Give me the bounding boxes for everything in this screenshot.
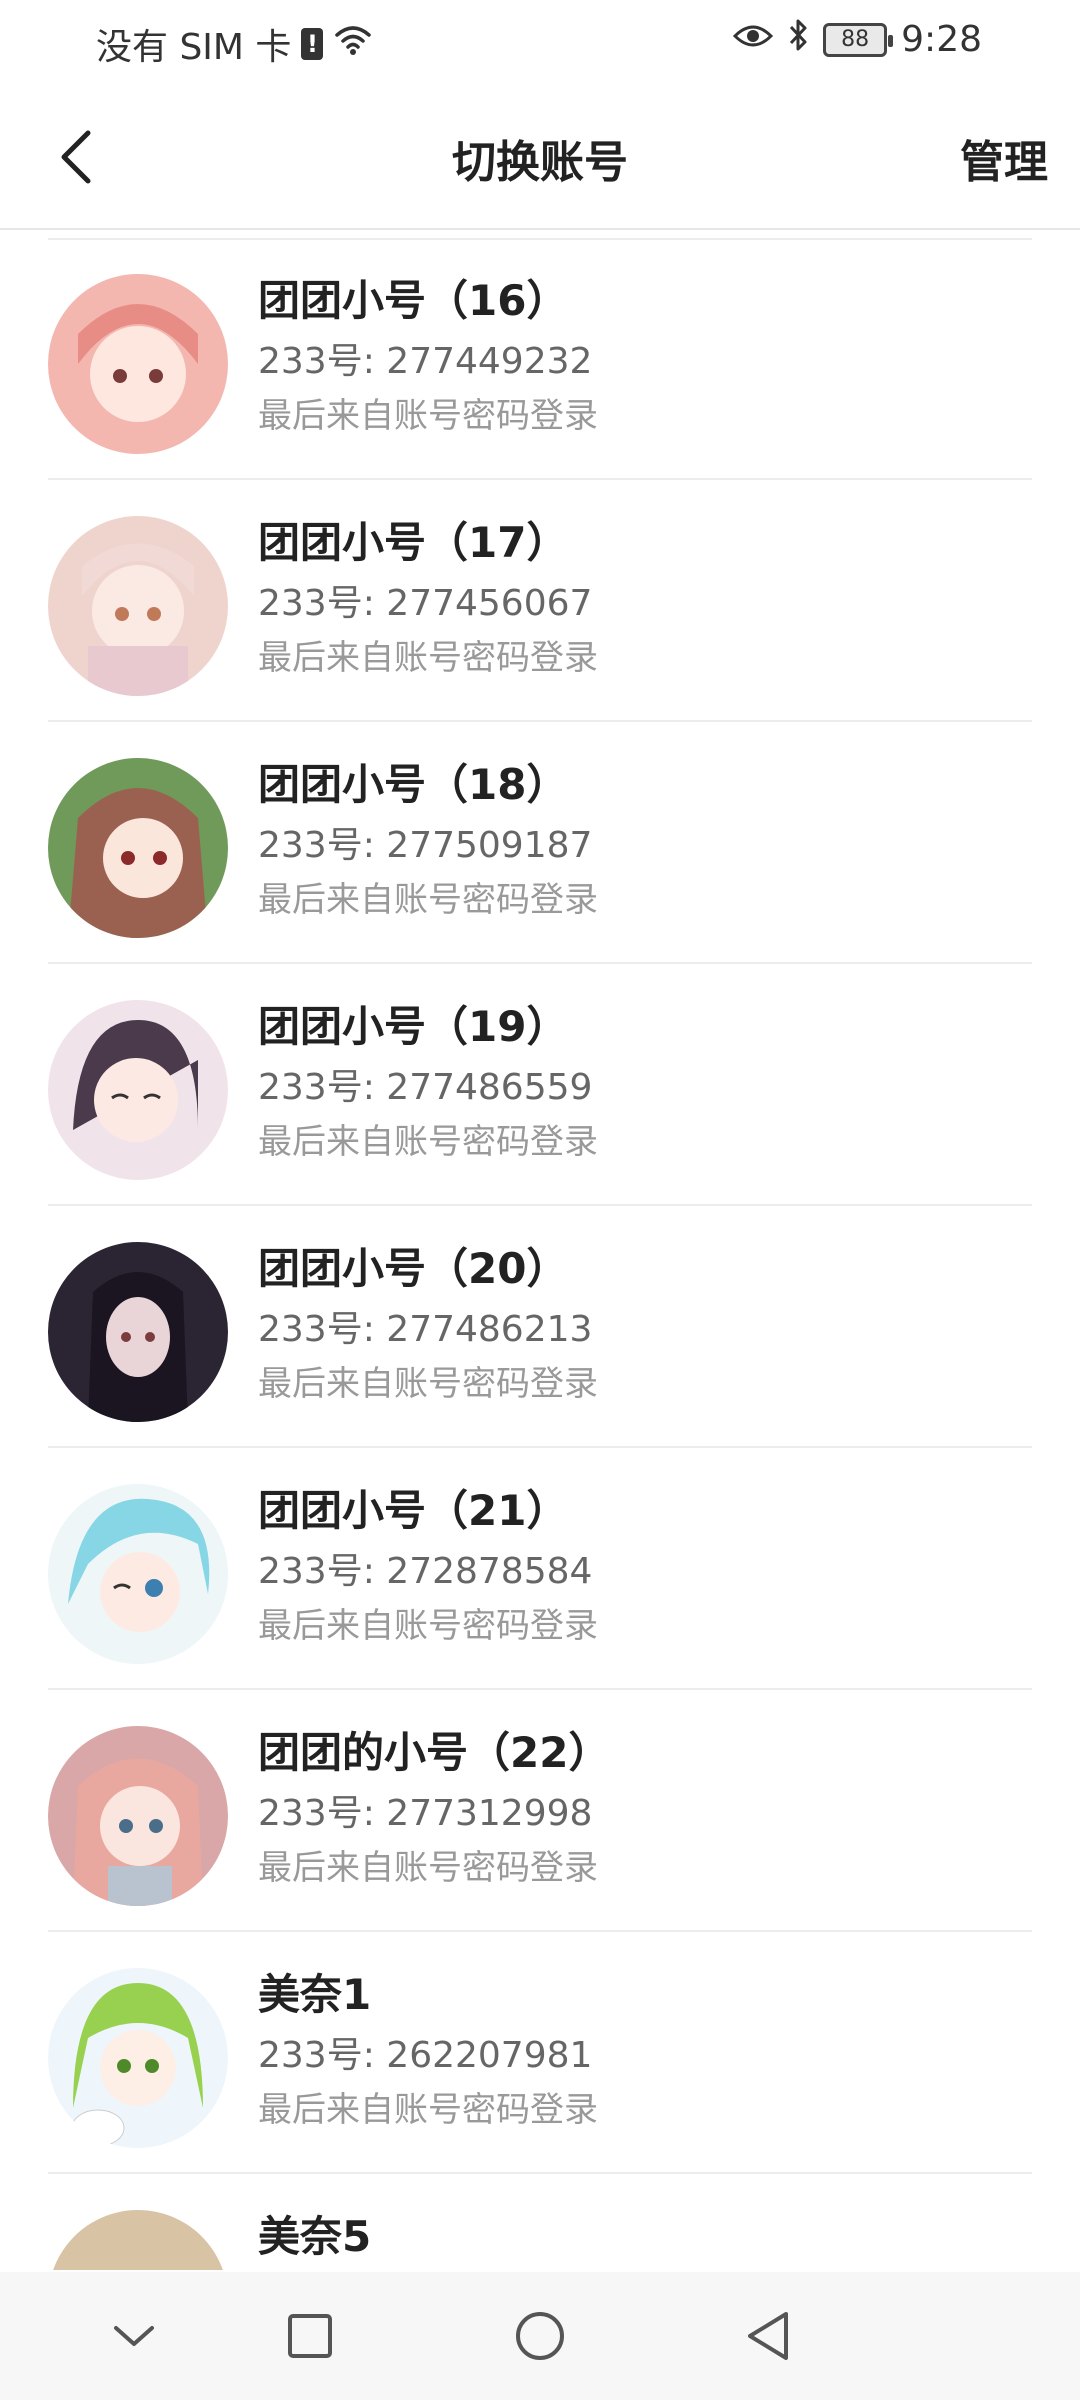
account-item[interactable]: 团团小号（18） 233号: 277509187 最后来自账号密码登录 [48, 722, 1032, 964]
nav-collapse-button[interactable] [104, 2306, 164, 2366]
login-method: 最后来自账号密码登录 [258, 396, 598, 436]
account-id: 233号: 272878584 [258, 1551, 593, 1592]
account-item[interactable]: 团团小号（21） 233号: 272878584 最后来自账号密码登录 [48, 1448, 1032, 1690]
account-name: 美奈5 [258, 2212, 372, 2261]
account-item[interactable]: 美奈1 233号: 262207981 最后来自账号密码登录 [48, 1932, 1032, 2174]
account-item[interactable]: 美奈5 [48, 2174, 1032, 2270]
account-name: 团团小号（20） [258, 1244, 569, 1293]
account-name: 团团小号（21） [258, 1486, 569, 1535]
account-name: 美奈1 [258, 1970, 372, 2019]
avatar [48, 274, 228, 454]
account-name: 团团小号（19） [258, 1002, 569, 1051]
account-item[interactable]: 团团小号（19） 233号: 277486559 最后来自账号密码登录 [48, 964, 1032, 1206]
bluetooth-icon [787, 18, 809, 61]
account-list: 团团小号（16） 233号: 277449232 最后来自账号密码登录 团团小号… [0, 238, 1080, 2270]
account-id: 233号: 262207981 [258, 2035, 593, 2076]
avatar [48, 1484, 228, 1664]
account-name: 团团的小号（22） [258, 1728, 611, 1777]
triangle-back-icon [748, 2312, 788, 2360]
avatar [48, 1968, 228, 2148]
status-left: 没有 SIM 卡 ! [96, 18, 373, 70]
avatar [48, 1726, 228, 1906]
login-method: 最后来自账号密码登录 [258, 1848, 598, 1888]
login-method: 最后来自账号密码登录 [258, 638, 598, 678]
login-method: 最后来自账号密码登录 [258, 880, 598, 920]
account-item[interactable]: 团团小号（16） 233号: 277449232 最后来自账号密码登录 [48, 238, 1032, 480]
square-icon [288, 2314, 332, 2358]
avatar [48, 2210, 228, 2270]
account-id: 233号: 277486213 [258, 1309, 593, 1350]
avatar [48, 516, 228, 696]
chevron-down-icon [114, 2326, 154, 2346]
carrier-text: 没有 SIM 卡 [96, 27, 292, 68]
avatar [48, 1000, 228, 1180]
nav-home-button[interactable] [510, 2306, 570, 2366]
page-title: 切换账号 [452, 137, 628, 188]
account-item[interactable]: 团团小号（20） 233号: 277486213 最后来自账号密码登录 [48, 1206, 1032, 1448]
sim-alert-icon: ! [301, 28, 324, 60]
system-nav-bar [0, 2272, 1080, 2400]
account-id: 233号: 277456067 [258, 583, 593, 624]
account-item[interactable]: 团团小号（17） 233号: 277456067 最后来自账号密码登录 [48, 480, 1032, 722]
status-bar: 没有 SIM 卡 ! 88 9:28 [0, 0, 1080, 80]
circle-icon [516, 2312, 564, 2360]
app-header: 切换账号 管理 [0, 80, 1080, 230]
status-right: 88 9:28 [733, 18, 982, 61]
avatar [48, 758, 228, 938]
eye-icon [733, 19, 774, 60]
account-name: 团团小号（17） [258, 518, 569, 567]
nav-back-button[interactable] [738, 2306, 798, 2366]
account-item[interactable]: 团团的小号（22） 233号: 277312998 最后来自账号密码登录 [48, 1690, 1032, 1932]
account-id: 233号: 277509187 [258, 825, 593, 866]
battery-icon: 88 [823, 22, 894, 57]
account-name: 团团小号（18） [258, 760, 569, 809]
manage-button[interactable]: 管理 [960, 126, 1048, 190]
account-id: 233号: 277449232 [258, 341, 593, 382]
login-method: 最后来自账号密码登录 [258, 2090, 598, 2130]
login-method: 最后来自账号密码登录 [258, 1122, 598, 1162]
login-method: 最后来自账号密码登录 [258, 1606, 598, 1646]
login-method: 最后来自账号密码登录 [258, 1364, 598, 1404]
account-name: 团团小号（16） [258, 276, 569, 325]
avatar [48, 1242, 228, 1422]
account-id: 233号: 277486559 [258, 1067, 593, 1108]
account-id: 233号: 277312998 [258, 1793, 593, 1834]
clock-text: 9:28 [901, 19, 982, 60]
nav-recents-button[interactable] [280, 2306, 340, 2366]
wifi-icon [333, 23, 373, 66]
